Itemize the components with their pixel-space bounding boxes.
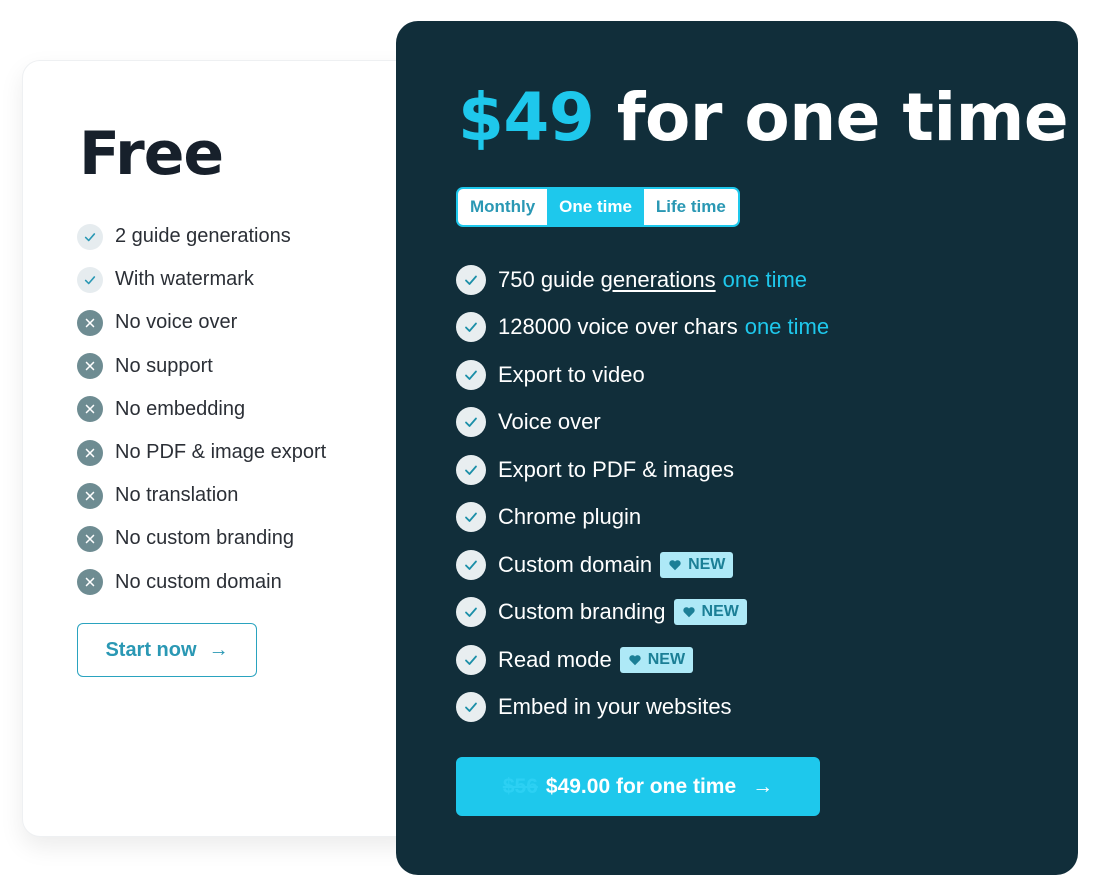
pro-feature-item: Custom branding NEW [456,589,829,637]
new-badge-label: NEW [701,603,739,621]
pro-feature-text: Custom domain [498,551,653,577]
free-feature-item: No support [77,345,326,388]
new-badge: NEW [673,599,747,626]
free-feature-text: 2 guide generations [115,225,291,248]
free-feature-item: No custom domain [77,561,326,604]
check-icon [77,223,103,250]
pro-feature-item: Export to PDF & images [456,446,829,494]
free-feature-item: With watermark [77,258,326,301]
billing-option-monthly[interactable]: Monthly [458,189,547,225]
free-feature-item: No voice over [77,301,326,344]
check-icon [456,264,486,295]
free-feature-text: No translation [115,484,239,507]
heart-icon [668,558,682,572]
x-icon [77,439,103,466]
x-icon [77,309,103,336]
billing-toggle: Monthly One time Life time [456,187,740,227]
x-icon [77,396,103,423]
pro-feature-text: 750 guide [498,266,595,292]
start-now-button[interactable]: Start now → [77,623,257,677]
free-feature-text: No voice over [115,311,238,334]
check-icon [456,454,486,485]
free-feature-text: No embedding [115,397,246,420]
feature-tooltip-link[interactable]: generations [601,267,716,293]
pro-plan-card: $49 for one time Monthly One time Life t… [396,21,1078,875]
pro-feature-item: 750 guide generations one time [456,256,829,304]
pro-feature-text: Export to video [498,361,645,387]
buy-button-label: $49.00 for one time [545,774,737,798]
free-feature-text: No custom branding [115,527,294,550]
check-icon [456,644,486,675]
billing-option-life-time[interactable]: Life time [644,189,738,225]
free-feature-item: No custom branding [77,517,326,560]
pro-feature-text: Custom branding [498,599,666,625]
pro-feature-text: Chrome plugin [498,504,642,530]
pro-feature-item: Voice over [456,399,829,447]
check-icon [456,407,486,438]
check-icon [456,692,486,723]
pro-feature-item: Read mode NEW [456,636,829,684]
feature-highlight: one time [744,314,830,340]
arrow-right-icon: → [752,774,774,798]
new-badge: NEW [619,646,694,673]
pro-feature-text: Export to PDF & images [498,456,734,482]
free-plan-card: Free 2 guide generations With watermark No… [22,60,422,837]
pro-feature-text: Voice over [498,409,601,435]
check-icon [456,597,486,628]
x-icon [77,353,103,380]
pro-feature-item: Chrome plugin [456,494,829,542]
new-badge-label: NEW [688,555,726,573]
x-icon [77,482,103,509]
pro-feature-text: Read mode [498,646,612,672]
pro-feature-item: Custom domain NEW [456,541,829,589]
check-icon [456,359,486,390]
new-badge-label: NEW [647,650,686,668]
free-feature-text: No custom domain [115,570,282,593]
free-feature-item: No translation [77,474,326,517]
pro-feature-item: Export to video [456,351,829,399]
check-icon [456,502,486,533]
pro-plan-price: $49 [458,79,595,156]
pro-feature-text: 128000 voice over chars [498,314,738,340]
free-feature-item: 2 guide generations [77,215,326,258]
feature-highlight: one time [722,266,808,292]
arrow-right-icon: → [208,638,229,661]
pro-feature-text: Embed in your websites [498,694,732,720]
pro-feature-item: 128000 voice over chars one time [456,304,829,352]
free-plan-title: Free [79,119,224,189]
pro-feature-list: 750 guide generations one time 128000 voice… [456,256,829,731]
start-now-label: Start now [105,638,197,661]
free-feature-item: No PDF & image export [77,431,326,474]
old-price: $56 [502,774,538,798]
check-icon [77,266,103,293]
check-icon [456,312,486,343]
pro-feature-item: Embed in your websites [456,684,829,732]
free-feature-text: No PDF & image export [115,441,327,464]
new-badge: NEW [660,551,734,578]
heart-icon [628,653,642,667]
billing-option-one-time[interactable]: One time [547,189,644,225]
heart-icon [682,605,696,619]
pro-plan-title-suffix: for one time [616,79,1069,156]
x-icon [77,525,103,552]
free-feature-list: 2 guide generations With watermark No voic… [77,215,326,604]
buy-one-time-button[interactable]: $56 $49.00 for one time → [456,757,820,816]
free-feature-text: No support [115,354,213,377]
check-icon [456,549,486,580]
free-feature-text: With watermark [115,268,254,291]
pro-plan-title: $49 for one time [458,79,1069,156]
free-feature-item: No embedding [77,388,326,431]
x-icon [77,569,103,596]
